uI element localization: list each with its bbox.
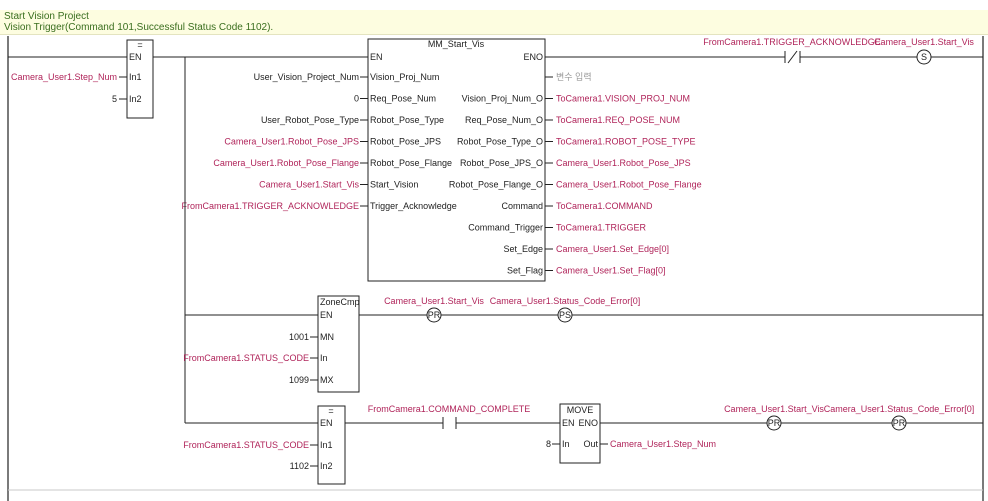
- fb-output-var[interactable]: ToCamera1.COMMAND: [556, 201, 653, 211]
- fb-output-pin: Set_Edge: [503, 244, 543, 254]
- move-out: Out: [583, 439, 598, 449]
- fb-output-var[interactable]: 변수 입력: [556, 71, 592, 82]
- eq-in2: In2: [320, 461, 333, 471]
- reset-coil-start-vis-2[interactable]: PR Camera_User1.Start_Vis: [724, 404, 824, 431]
- fb-title: MM_Start_Vis: [428, 39, 485, 49]
- move-eno: ENO: [578, 418, 598, 428]
- contact-command-complete[interactable]: FromCamera1.COMMAND_COMPLETE: [368, 404, 531, 429]
- zone-title: ZoneCmp: [320, 297, 360, 307]
- fb-output-pin: Command_Trigger: [468, 223, 543, 233]
- coil-label: Camera_User1.Start_Vis: [384, 296, 484, 306]
- zone-mx: MX: [320, 375, 334, 385]
- fb-output-var[interactable]: Camera_User1.Set_Flag[0]: [556, 266, 666, 276]
- rung-2[interactable]: ZoneCmp EN MN In MX 1001 FromCamera1.STA…: [183, 295, 983, 393]
- coil-type: PR: [428, 310, 441, 320]
- fb-input-pin: Robot_Pose_JPS: [370, 137, 441, 147]
- fb-output-pin: Robot_Pose_JPS_O: [460, 158, 543, 168]
- move-title: MOVE: [567, 405, 594, 415]
- fb-output-var[interactable]: ToCamera1.VISION_PROJ_NUM: [556, 94, 690, 104]
- eq-title: =: [328, 406, 333, 416]
- zone-mx-var[interactable]: 1099: [289, 375, 309, 385]
- fb-input-var[interactable]: Camera_User1.Robot_Pose_JPS: [224, 137, 359, 147]
- fb-input-var[interactable]: Camera_User1.Start_Vis: [259, 180, 359, 190]
- move-en: EN: [562, 418, 575, 428]
- fb-input-pin: Robot_Pose_Flange: [370, 158, 452, 168]
- fb-input-var[interactable]: 0: [354, 94, 359, 104]
- zone-en: EN: [320, 310, 333, 320]
- coil-label: Camera_User1.Status_Code_Error[0]: [490, 296, 641, 306]
- coil-label: Camera_User1.Status_Code_Error[0]: [824, 404, 975, 414]
- eq-block-2[interactable]: = EN In1 In2 FromCamera1.STATUS_CODE 110…: [183, 405, 346, 485]
- fb-input-var[interactable]: User_Robot_Pose_Type: [261, 115, 359, 125]
- coil-type: PR: [893, 418, 906, 428]
- eq-en: EN: [129, 52, 142, 62]
- coil-label: Camera_User1.Start_Vis: [874, 37, 974, 47]
- fb-output-pin: Req_Pose_Num_O: [465, 115, 543, 125]
- move-in-var[interactable]: 8: [546, 439, 551, 449]
- fb-input-var[interactable]: Camera_User1.Robot_Pose_Flange: [213, 158, 359, 168]
- contact-trigger-ack[interactable]: FromCamera1.TRIGGER_ACKNOWLEDGE: [703, 37, 881, 64]
- fb-output-pin: Vision_Proj_Num_O: [462, 94, 543, 104]
- fb-output-var[interactable]: ToCamera1.ROBOT_POSE_TYPE: [556, 137, 696, 147]
- fb-output-var[interactable]: ToCamera1.TRIGGER: [556, 223, 647, 233]
- fb-output-pin: Robot_Pose_Type_O: [457, 137, 543, 147]
- fb-output-pin: Set_Flag: [507, 266, 543, 276]
- fb-input-pin: Start_Vision: [370, 180, 418, 190]
- fb-input-var[interactable]: FromCamera1.TRIGGER_ACKNOWLEDGE: [181, 201, 359, 211]
- fb-output-var[interactable]: Camera_User1.Robot_Pose_JPS: [556, 158, 691, 168]
- pulse-set-coil-status-error[interactable]: PS Camera_User1.Status_Code_Error[0]: [490, 296, 641, 323]
- move-in: In: [562, 439, 570, 449]
- reset-coil-status-error[interactable]: PR Camera_User1.Status_Code_Error[0]: [824, 404, 975, 431]
- eq-en: EN: [320, 418, 333, 428]
- eq-block-1[interactable]: = EN In1 In2 Camera_User1.Step_Num 5: [11, 39, 154, 119]
- fb-output-pin: Command: [501, 201, 543, 211]
- eq-in1-var[interactable]: FromCamera1.STATUS_CODE: [183, 440, 309, 450]
- zone-mn-var[interactable]: 1001: [289, 332, 309, 342]
- contact-label: FromCamera1.TRIGGER_ACKNOWLEDGE: [703, 37, 881, 47]
- set-coil-start-vis[interactable]: S Camera_User1.Start_Vis: [874, 37, 974, 65]
- fb-eno: ENO: [523, 52, 543, 62]
- eq-in2-var[interactable]: 5: [112, 94, 117, 104]
- coil-type: S: [921, 52, 927, 62]
- ladder-diagram: = EN In1 In2 Camera_User1.Step_Num 5 MM_…: [7, 36, 984, 501]
- fb-input-pin: Trigger_Acknowledge: [370, 201, 457, 211]
- fb-output-var[interactable]: ToCamera1.REQ_POSE_NUM: [556, 115, 680, 125]
- eq-in1: In1: [129, 72, 142, 82]
- move-block[interactable]: MOVE EN ENO In Out 8 Camera_User1.Step_N…: [546, 403, 716, 464]
- fb-en: EN: [370, 52, 383, 62]
- move-out-var[interactable]: Camera_User1.Step_Num: [610, 439, 716, 449]
- coil-label: Camera_User1.Start_Vis: [724, 404, 824, 414]
- fb-output-var[interactable]: Camera_User1.Robot_Pose_Flange: [556, 180, 702, 190]
- contact-label: FromCamera1.COMMAND_COMPLETE: [368, 404, 531, 414]
- eq-in2: In2: [129, 94, 142, 104]
- eq-title: =: [137, 40, 142, 50]
- fb-mm-start-vis[interactable]: MM_Start_Vis EN ENO Vision_Proj_Num User_…: [181, 38, 702, 282]
- fb-input-pin: Req_Pose_Num: [370, 94, 436, 104]
- fb-output-pin: Robot_Pose_Flange_O: [449, 180, 543, 190]
- fb-input-pin: Vision_Proj_Num: [370, 72, 439, 82]
- coil-type: PS: [559, 310, 571, 320]
- rung-1[interactable]: = EN In1 In2 Camera_User1.Step_Num 5 MM_…: [8, 37, 983, 282]
- eq-in1-var[interactable]: Camera_User1.Step_Num: [11, 72, 117, 82]
- fb-input-var[interactable]: User_Vision_Project_Num: [254, 72, 359, 82]
- rung-3[interactable]: = EN In1 In2 FromCamera1.STATUS_CODE 110…: [183, 403, 983, 485]
- fb-output-var[interactable]: Camera_User1.Set_Edge[0]: [556, 244, 669, 254]
- eq-in1: In1: [320, 440, 333, 450]
- eq-in2-var[interactable]: 1102: [290, 461, 309, 471]
- reset-coil-start-vis[interactable]: PR Camera_User1.Start_Vis: [384, 296, 484, 323]
- zonecmp-block[interactable]: ZoneCmp EN MN In MX 1001 FromCamera1.STA…: [183, 295, 360, 393]
- zone-in: In: [320, 353, 328, 363]
- zone-mn: MN: [320, 332, 334, 342]
- coil-type: PR: [768, 418, 781, 428]
- zone-in-var[interactable]: FromCamera1.STATUS_CODE: [183, 353, 309, 363]
- fb-input-pin: Robot_Pose_Type: [370, 115, 444, 125]
